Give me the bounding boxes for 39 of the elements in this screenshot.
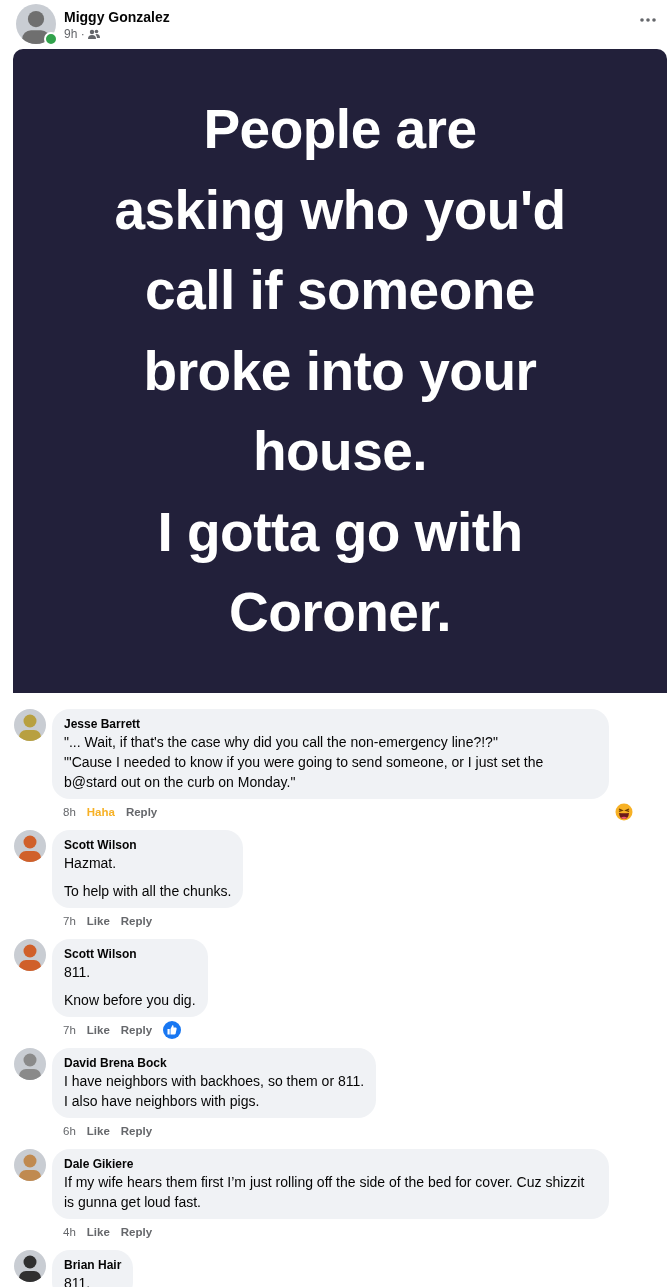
image-caption-line: Coroner. <box>228 580 452 646</box>
react-link[interactable]: Like <box>86 915 110 927</box>
image-caption-line: call if someone <box>145 258 535 324</box>
commenter-name[interactable]: David Brena Bock <box>64 1055 365 1071</box>
post-time[interactable]: 9h · <box>64 26 85 42</box>
commenter-name[interactable]: Scott Wilson <box>64 946 196 962</box>
comment-text: Hazmat. <box>64 854 118 873</box>
image-caption-line: People are <box>203 97 477 163</box>
friends-icon <box>87 29 100 39</box>
comment-text: 811. <box>64 963 92 982</box>
react-link[interactable]: Like <box>86 1024 110 1036</box>
commenter-name[interactable]: Scott Wilson <box>64 837 232 853</box>
commenter-name[interactable]: Jesse Barrett <box>64 716 597 732</box>
comment-text: I have neighbors with backhoes, so them or 811. I also have neighbors with pigs. <box>64 1072 365 1111</box>
comment-text: "... Wait, if that's the case why did you call the non-emergency line?!?" "'Cause I needed to know if you were going to send someone, or I just set the b@stard out on the curb on Monday." <box>64 733 545 792</box>
reply-link[interactable]: Reply <box>120 915 153 927</box>
author-name[interactable]: Miggy Gonzalez <box>64 8 636 26</box>
commenter-name[interactable]: Brian Hair <box>64 1257 122 1273</box>
image-caption-line: I gotta go with <box>157 499 523 565</box>
react-link[interactable]: Like <box>86 1125 110 1137</box>
reply-link[interactable]: Reply <box>120 1226 153 1238</box>
comment-time[interactable]: 4h <box>63 1226 76 1238</box>
comment-time[interactable]: 6h <box>63 1125 76 1137</box>
image-caption-line: broke into your <box>143 338 537 404</box>
react-link[interactable]: Like <box>86 1226 110 1238</box>
commenter-name[interactable]: Dale Gikiere <box>64 1156 597 1172</box>
reply-link[interactable]: Reply <box>125 806 158 818</box>
comment-text: If my wife hears them first I’m just rolling off the side of the bed for cover. Cuz shizzit is gunna get loud fast. <box>64 1173 586 1212</box>
more-icon <box>640 18 656 22</box>
comment-time[interactable]: 7h <box>63 915 76 927</box>
reply-link[interactable]: Reply <box>120 1024 153 1036</box>
reply-link[interactable]: Reply <box>120 1125 153 1137</box>
avatar[interactable] <box>14 1250 46 1282</box>
comment-time[interactable]: 8h <box>63 806 76 818</box>
comment-text: To help with all the chunks. <box>64 882 232 901</box>
image-caption-line: house. <box>252 419 428 485</box>
comment-time[interactable]: 7h <box>63 1024 76 1036</box>
image-caption-line: asking who you'd <box>114 177 566 243</box>
comment-text: Know before you dig. <box>64 991 196 1010</box>
